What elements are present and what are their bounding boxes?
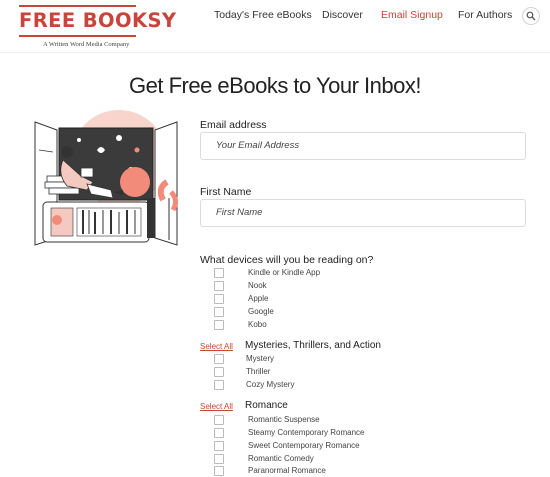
device-label: Apple [248,294,269,303]
genre-label: Romantic Comedy [248,454,314,463]
genre-checkbox[interactable] [214,466,224,476]
select-all-romance[interactable]: Select All [200,402,233,411]
device-checkbox-nook[interactable] [214,281,224,291]
device-checkbox-kindle[interactable] [214,268,224,278]
reading-illustration [27,110,187,250]
logo-tagline: A Written Word Media Company [43,41,130,48]
genre-label: Paranormal Romance [248,466,326,475]
devices-question: What devices will you be reading on? [200,254,374,266]
nav-for-authors[interactable]: For Authors [458,9,512,25]
genre-checkbox[interactable] [214,415,224,425]
search-icon [526,11,536,21]
header-divider [0,52,550,53]
nav-discover[interactable]: Discover [322,9,363,25]
email-label: Email address [200,119,267,131]
email-field[interactable]: Your Email Address [200,132,526,160]
first-name-field[interactable]: First Name [200,199,526,227]
nav-todays-free-ebooks[interactable]: Today's Free eBooks [214,9,312,25]
genre-label: Sweet Contemporary Romance [248,441,360,450]
genre-label: Steamy Contemporary Romance [248,428,365,437]
genre-label: Thriller [246,367,271,376]
genre-label: Romantic Suspense [248,415,320,424]
device-label: Kindle or Kindle App [248,268,321,277]
search-button[interactable] [522,7,540,25]
nav-email-signup[interactable]: Email Signup [381,9,443,25]
genre-label: Cozy Mystery [246,380,295,389]
genre-checkbox[interactable] [214,454,224,464]
site-header: FREE BOOKSY A Written Word Media Company… [0,0,550,52]
genre-checkbox[interactable] [214,441,224,451]
genre-checkbox[interactable] [214,354,224,364]
genre-group-title: Mysteries, Thrillers, and Action [245,340,381,351]
first-name-label: First Name [200,186,252,198]
genre-group-title: Romance [245,400,288,411]
genre-checkbox[interactable] [214,428,224,438]
logo[interactable]: FREE BOOKSY A Written Word Media Company [19,5,177,48]
device-label: Google [248,307,274,316]
genre-checkbox[interactable] [214,367,224,377]
logo-bottom-rule [19,35,136,37]
device-checkbox-kobo[interactable] [214,320,224,330]
device-checkbox-apple[interactable] [214,294,224,304]
device-checkbox-google[interactable] [214,307,224,317]
logo-text: FREE BOOKSY [19,9,177,32]
page-title: Get Free eBooks to Your Inbox! [129,73,421,98]
device-label: Nook [248,281,267,290]
genre-label: Mystery [246,354,274,363]
select-all-mysteries[interactable]: Select All [200,342,233,351]
genre-checkbox[interactable] [214,380,224,390]
device-label: Kobo [248,320,267,329]
